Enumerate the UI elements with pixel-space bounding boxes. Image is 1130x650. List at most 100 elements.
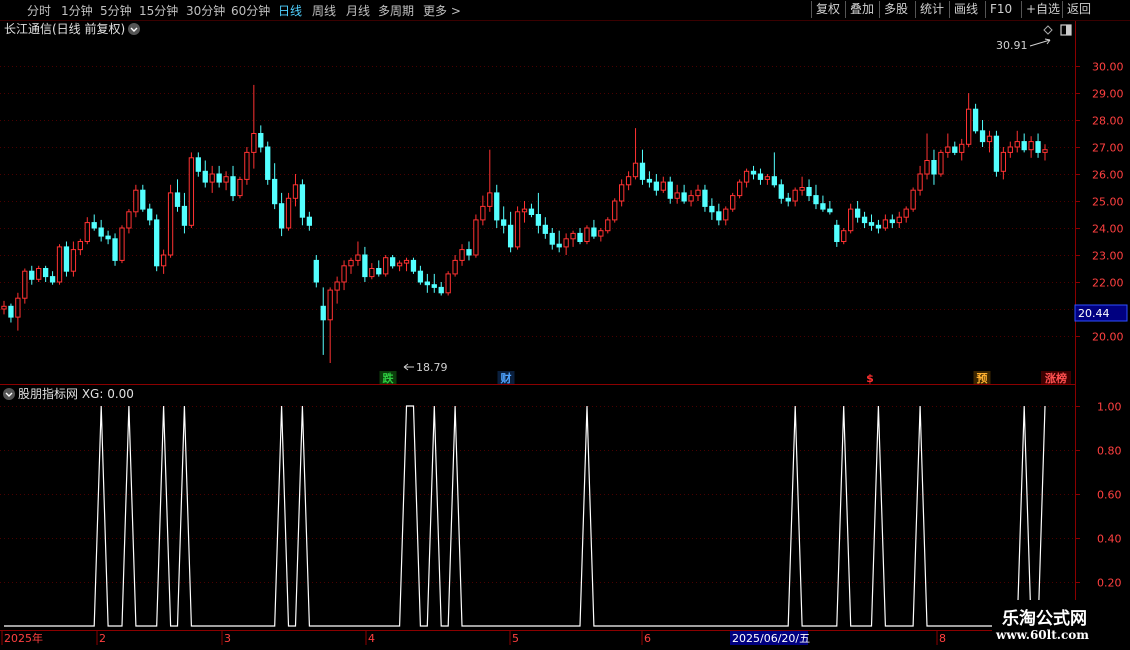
candle[interactable] — [70, 241, 77, 277]
candle[interactable] — [29, 265, 35, 285]
candle[interactable] — [993, 130, 1000, 177]
candle[interactable] — [299, 179, 306, 226]
candle[interactable] — [56, 244, 63, 285]
candle[interactable] — [931, 149, 937, 185]
candle[interactable] — [313, 255, 319, 288]
period-tab-2[interactable]: 1分钟 — [61, 2, 93, 19]
candle[interactable] — [272, 163, 278, 210]
candle[interactable] — [410, 257, 417, 274]
candle[interactable] — [598, 228, 604, 242]
candle[interactable] — [501, 206, 507, 234]
candle[interactable] — [619, 179, 625, 207]
candle[interactable] — [389, 255, 396, 269]
candle[interactable] — [743, 168, 750, 188]
candle[interactable] — [341, 260, 347, 291]
candle[interactable] — [36, 265, 42, 282]
candle[interactable] — [736, 179, 743, 199]
event-marker-4[interactable]: 预 — [973, 371, 991, 385]
candle[interactable] — [167, 184, 174, 258]
candle[interactable] — [986, 130, 993, 153]
candle[interactable] — [348, 257, 354, 274]
candle[interactable] — [910, 187, 916, 212]
candle[interactable] — [362, 246, 368, 282]
candle[interactable] — [591, 219, 597, 239]
candle[interactable] — [799, 176, 805, 196]
candle[interactable] — [327, 287, 333, 363]
candle[interactable] — [966, 93, 972, 147]
candle[interactable] — [202, 160, 208, 188]
candle[interactable] — [792, 187, 798, 207]
toolbar-button-1[interactable]: 复权 — [811, 1, 844, 18]
candle[interactable] — [15, 292, 21, 331]
candle[interactable] — [42, 265, 49, 282]
candle[interactable] — [320, 287, 326, 355]
candle[interactable] — [258, 125, 264, 153]
candle[interactable] — [785, 192, 791, 207]
candle[interactable] — [584, 225, 590, 245]
candle[interactable] — [945, 133, 951, 158]
candle[interactable] — [105, 230, 111, 245]
candle[interactable] — [112, 233, 118, 266]
period-tab-5[interactable]: 30分钟 — [186, 2, 225, 19]
period-tab-8[interactable]: 周线 — [312, 2, 336, 19]
candle[interactable] — [369, 263, 375, 280]
candle[interactable] — [841, 228, 847, 245]
candle[interactable] — [924, 133, 930, 180]
candle[interactable] — [8, 303, 14, 323]
candle[interactable] — [383, 255, 389, 277]
candle[interactable] — [764, 174, 771, 185]
candle[interactable] — [674, 184, 680, 204]
candle[interactable] — [396, 260, 403, 272]
candle[interactable] — [237, 176, 243, 199]
event-marker-2[interactable]: 财 — [497, 371, 515, 385]
candle[interactable] — [91, 214, 97, 231]
candle[interactable] — [334, 276, 340, 304]
candle[interactable] — [174, 179, 181, 212]
candle[interactable] — [632, 128, 639, 180]
candle[interactable] — [494, 184, 500, 228]
candle[interactable] — [639, 149, 646, 185]
candle[interactable] — [889, 214, 895, 229]
candle[interactable] — [972, 103, 979, 134]
candle[interactable] — [896, 211, 902, 228]
candle[interactable] — [160, 249, 167, 274]
candle[interactable] — [195, 152, 201, 177]
toolbar-button-3[interactable]: 多股 — [879, 1, 912, 18]
candle[interactable] — [959, 138, 965, 161]
candle[interactable] — [49, 271, 56, 285]
candle[interactable] — [1007, 141, 1013, 158]
candle[interactable] — [452, 255, 458, 277]
toolbar-button-8[interactable]: 返回 — [1062, 1, 1095, 18]
candle[interactable] — [723, 206, 729, 226]
candle[interactable] — [147, 203, 153, 226]
candle[interactable] — [549, 228, 555, 250]
candle[interactable] — [376, 260, 382, 277]
candle[interactable] — [140, 184, 146, 212]
candle[interactable] — [688, 190, 694, 207]
candle[interactable] — [154, 214, 160, 272]
candle[interactable] — [806, 179, 812, 201]
candle[interactable] — [188, 152, 195, 228]
candle[interactable] — [216, 165, 222, 188]
candle[interactable] — [952, 141, 958, 156]
candle[interactable] — [771, 152, 777, 188]
candle[interactable] — [820, 195, 826, 212]
period-tab-9[interactable]: 月线 — [346, 2, 370, 19]
candle[interactable] — [653, 174, 660, 196]
candle[interactable] — [473, 214, 479, 258]
candle[interactable] — [535, 192, 542, 234]
candle[interactable] — [868, 214, 875, 231]
candle[interactable] — [709, 198, 715, 220]
candle[interactable] — [119, 225, 125, 264]
candle[interactable] — [251, 84, 257, 169]
candle[interactable] — [979, 120, 986, 147]
candle[interactable] — [1042, 144, 1048, 161]
candle[interactable] — [556, 230, 562, 253]
panel-toggle-icon[interactable] — [1060, 24, 1072, 36]
candle[interactable] — [577, 228, 583, 245]
candle[interactable] — [133, 184, 139, 218]
candle[interactable] — [1028, 136, 1034, 158]
candle[interactable] — [702, 184, 708, 212]
candle[interactable] — [244, 147, 250, 185]
period-tab-10[interactable]: 多周期 — [378, 2, 414, 19]
